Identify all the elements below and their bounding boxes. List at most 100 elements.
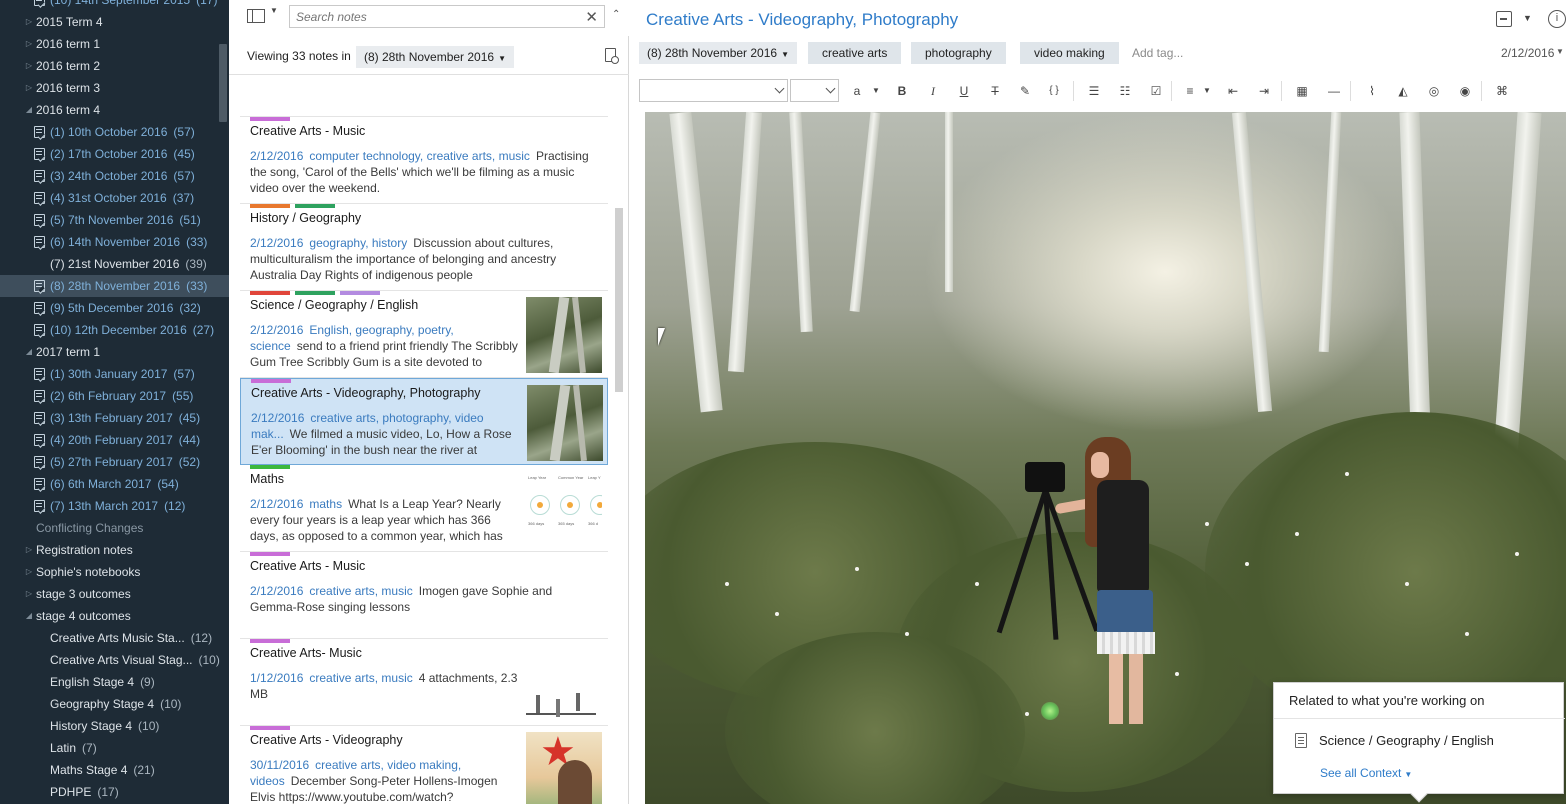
share-icon[interactable] <box>1496 11 1512 27</box>
shortcut-icon[interactable]: ⌘ <box>1494 83 1510 99</box>
tag-pill[interactable]: creative arts <box>808 42 902 64</box>
note-card[interactable]: History / Geography 2/12/2016 geography, h… <box>240 204 608 291</box>
sidebar-item[interactable]: Latin (7) <box>0 737 229 759</box>
sidebar-item[interactable]: (1) 10th October 2016 (57) <box>0 121 229 143</box>
sidebar-item[interactable]: (5) 7th November 2016 (51) <box>0 209 229 231</box>
collapsed-triangle-icon[interactable]: ▷ <box>24 77 34 99</box>
sidebar-item[interactable]: (3) 13th February 2017 (45) <box>0 407 229 429</box>
note-card[interactable]: Science / Geography / English 2/12/2016 En… <box>240 291 608 378</box>
expanded-triangle-icon[interactable]: ◢ <box>24 605 34 627</box>
attachment-icon[interactable]: ⌇ <box>1364 83 1380 99</box>
search-input[interactable] <box>296 9 576 25</box>
presentation-icon[interactable]: ◭ <box>1395 83 1411 99</box>
font-size-select[interactable] <box>790 79 839 102</box>
add-tag-input[interactable]: Add tag... <box>1132 46 1183 60</box>
sidebar-item[interactable]: (7) 21st November 2016 (39) <box>0 253 229 275</box>
viewing-notebook-dropdown[interactable]: (8) 28th November 2016 ▼ <box>356 46 514 68</box>
voice-record-icon[interactable]: ◎ <box>1426 83 1442 99</box>
collapsed-triangle-icon[interactable]: ▷ <box>24 33 34 55</box>
sidebar-item[interactable]: Creative Arts Music Sta... (12) <box>0 627 229 649</box>
share-caret-icon[interactable]: ▼ <box>1523 13 1532 23</box>
collapsed-triangle-icon[interactable]: ▷ <box>24 11 34 33</box>
sidebar-item[interactable]: (6) 6th March 2017 (54) <box>0 473 229 495</box>
note-card[interactable]: Creative Arts - Music 2/12/2016 creative a… <box>240 552 608 639</box>
collapsed-triangle-icon[interactable]: ▷ <box>24 539 34 561</box>
sidebar-item[interactable]: ▷ 2015 Term 4 <box>0 11 229 33</box>
sidebar-scrollbar[interactable] <box>219 44 227 122</box>
sidebar-item[interactable]: (5) 27th February 2017 (52) <box>0 451 229 473</box>
sidebar-item[interactable]: (4) 31st October 2016 (37) <box>0 187 229 209</box>
underline-button[interactable]: U <box>956 83 972 99</box>
table-icon[interactable]: ▦ <box>1294 83 1310 99</box>
outdent-icon[interactable]: ⇤ <box>1225 83 1241 99</box>
sidebar-item[interactable]: (1) 30th January 2017 (57) <box>0 363 229 385</box>
note-card[interactable]: Maths 2/12/2016 maths What Is a Leap Year? … <box>240 465 608 552</box>
sidebar-item[interactable]: Conflicting Changes <box>0 517 229 539</box>
sidebar-item[interactable]: Maths Stage 4 (21) <box>0 759 229 781</box>
sidebar-item[interactable]: (9) 5th December 2016 (32) <box>0 297 229 319</box>
view-options-icon[interactable] <box>247 9 265 23</box>
strikethrough-button[interactable]: T <box>987 83 1003 99</box>
sidebar-item[interactable]: ▷ 2016 term 3 <box>0 77 229 99</box>
note-card[interactable]: Creative Arts - Videography 30/11/2016 cre… <box>240 726 608 804</box>
search-box[interactable]: ✕ <box>289 5 605 28</box>
tag-pill[interactable]: video making <box>1020 42 1119 64</box>
sidebar-item[interactable]: (6) 14th November 2016 (33) <box>0 231 229 253</box>
horizontal-rule-icon[interactable]: — <box>1326 83 1342 99</box>
note-card[interactable]: Creative Arts - Videography, Photography… <box>240 378 608 465</box>
collapsed-triangle-icon[interactable]: ▷ <box>24 583 34 605</box>
align-icon[interactable]: ≡ <box>1182 83 1198 99</box>
note-card[interactable]: Creative Arts- Music 1/12/2016 creative ar… <box>240 639 608 726</box>
note-list-scrollbar[interactable] <box>615 208 623 392</box>
sidebar-item[interactable]: Creative Arts Visual Stag... (10) <box>0 649 229 671</box>
note-card[interactable]: Creative Arts - Music 2/12/2016 computer t… <box>240 117 608 204</box>
clear-search-icon[interactable]: ✕ <box>585 8 598 26</box>
sidebar-item[interactable]: (4) 20th February 2017 (44) <box>0 429 229 451</box>
sidebar-item[interactable]: History Stage 4 (10) <box>0 715 229 737</box>
sidebar-item[interactable]: PDHPE (17) <box>0 781 229 803</box>
collapse-up-icon[interactable]: ⌃ <box>612 9 620 20</box>
bulleted-list-icon[interactable]: ☰ <box>1086 83 1102 99</box>
font-color-caret-icon[interactable]: ▼ <box>868 83 884 99</box>
camera-capture-icon[interactable]: ◉ <box>1457 83 1473 99</box>
expanded-triangle-icon[interactable]: ◢ <box>24 99 34 121</box>
sidebar-item[interactable]: (2) 17th October 2016 (45) <box>0 143 229 165</box>
sidebar-item[interactable]: ▷ 2016 term 2 <box>0 55 229 77</box>
sidebar-item[interactable]: (10) 14th September 2015 (17) <box>0 0 229 11</box>
note-notebook-dropdown[interactable]: (8) 28th November 2016 ▼ <box>639 42 797 64</box>
expanded-triangle-icon[interactable]: ◢ <box>24 341 34 363</box>
numbered-list-icon[interactable]: ☷ <box>1117 83 1133 99</box>
sidebar-item[interactable]: ◢ stage 4 outcomes <box>0 605 229 627</box>
italic-button[interactable]: I <box>925 83 941 99</box>
date-caret-icon[interactable]: ▼ <box>1556 47 1564 56</box>
collapsed-triangle-icon[interactable]: ▷ <box>24 55 34 77</box>
context-search-icon[interactable] <box>603 47 621 67</box>
checkbox-icon[interactable]: ☑ <box>1148 83 1164 99</box>
sidebar-item[interactable]: Geography Stage 4 (10) <box>0 693 229 715</box>
code-block-button[interactable]: { } <box>1046 83 1062 99</box>
view-options-caret-icon[interactable]: ▼ <box>270 6 278 15</box>
related-note-link[interactable]: Science / Geography / English <box>1319 733 1494 748</box>
sidebar-item[interactable]: (3) 24th October 2016 (57) <box>0 165 229 187</box>
sidebar-item[interactable]: ▷ 2016 term 1 <box>0 33 229 55</box>
indent-icon[interactable]: ⇥ <box>1256 83 1272 99</box>
sidebar-item[interactable]: ▷ Sophie's notebooks <box>0 561 229 583</box>
note-date[interactable]: 2/12/2016 <box>1501 46 1554 60</box>
sidebar-item[interactable]: (7) 13th March 2017 (12) <box>0 495 229 517</box>
sidebar-item[interactable]: (10) 12th December 2016 (27) <box>0 319 229 341</box>
bold-button[interactable]: B <box>894 83 910 99</box>
sidebar-item[interactable]: English Stage 4 (9) <box>0 671 229 693</box>
sidebar-item[interactable]: (8) 28th November 2016 (33) <box>0 275 229 297</box>
sidebar-item[interactable]: ▷ stage 3 outcomes <box>0 583 229 605</box>
sidebar-item[interactable]: ◢ 2017 term 1 <box>0 341 229 363</box>
sidebar-item[interactable]: ▷ Registration notes <box>0 539 229 561</box>
font-color-icon[interactable]: a <box>849 83 865 99</box>
highlighter-icon[interactable]: ✎ <box>1017 83 1033 99</box>
tag-pill[interactable]: photography <box>911 42 1006 64</box>
see-all-context-link[interactable]: See all Context ▼ <box>1320 766 1412 780</box>
note-card[interactable]: to a St John Ambulance meeting ✱St John <box>240 75 608 117</box>
align-caret-icon[interactable]: ▼ <box>1199 83 1215 99</box>
collapsed-triangle-icon[interactable]: ▷ <box>24 561 34 583</box>
sidebar-item[interactable]: ◢ 2016 term 4 <box>0 99 229 121</box>
font-family-select[interactable] <box>639 79 788 102</box>
